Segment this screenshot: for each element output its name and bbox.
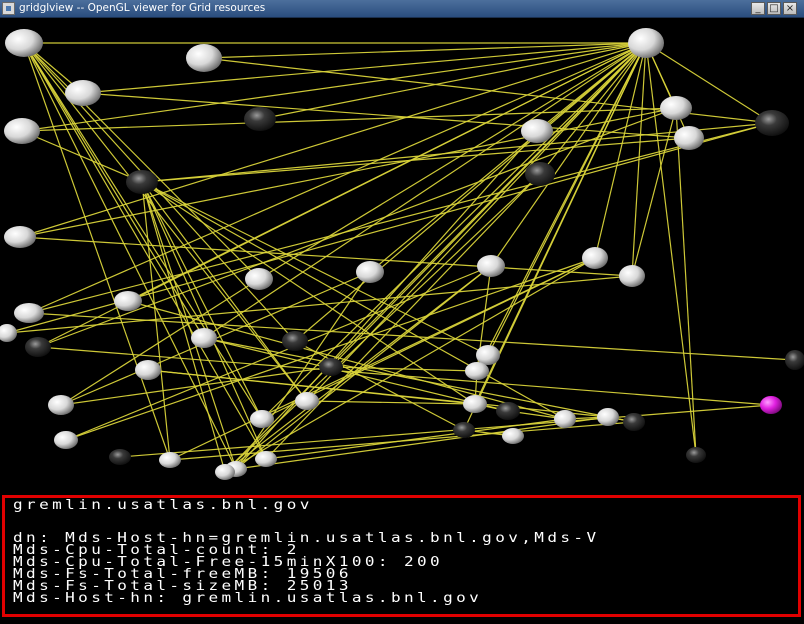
resource-node[interactable] xyxy=(496,402,520,420)
resource-node[interactable] xyxy=(597,408,619,426)
resource-node[interactable] xyxy=(159,452,181,468)
window-titlebar[interactable]: gridglview -- OpenGL viewer for Grid res… xyxy=(0,0,804,18)
graph-edge xyxy=(369,42,647,273)
graph-edge xyxy=(23,42,205,339)
resource-node[interactable] xyxy=(14,303,44,323)
window-menu-icon[interactable] xyxy=(2,2,15,15)
resource-node[interactable] xyxy=(250,410,274,428)
resource-node[interactable] xyxy=(54,431,78,449)
info-host-hn: Mds-Host-hn: gremlin.usatlas.bnl.gov xyxy=(13,589,483,606)
graph-edge xyxy=(235,130,538,470)
resource-node[interactable] xyxy=(255,451,277,467)
resource-node[interactable] xyxy=(126,170,158,194)
graph-edge xyxy=(19,236,633,277)
resource-node[interactable] xyxy=(521,119,553,143)
resource-node[interactable] xyxy=(244,107,276,131)
resource-node[interactable] xyxy=(628,28,664,58)
resource-node[interactable] xyxy=(619,265,645,287)
resource-node[interactable] xyxy=(477,255,505,277)
resource-node[interactable] xyxy=(0,324,17,342)
opengl-graph-viewport[interactable] xyxy=(0,18,804,494)
resource-node[interactable] xyxy=(319,358,343,376)
resource-node[interactable] xyxy=(5,29,43,57)
resource-node[interactable] xyxy=(453,422,475,438)
selected-resource-node[interactable] xyxy=(760,396,782,414)
resource-node[interactable] xyxy=(109,449,131,465)
resource-node[interactable] xyxy=(282,331,308,351)
graph-edge xyxy=(631,107,677,277)
graph-edge xyxy=(675,107,697,456)
resource-node[interactable] xyxy=(135,360,161,380)
resource-node[interactable] xyxy=(785,350,804,370)
resource-node[interactable] xyxy=(4,118,40,144)
graph-edge xyxy=(60,278,260,406)
resource-node[interactable] xyxy=(674,126,704,150)
graph-edge xyxy=(261,42,647,420)
resource-node[interactable] xyxy=(191,328,217,348)
graph-edge xyxy=(169,257,596,461)
gridglview-window: gridglview -- OpenGL viewer for Grid res… xyxy=(0,0,804,624)
graph-edge xyxy=(141,137,690,183)
resource-node[interactable] xyxy=(755,110,789,136)
graph-edge xyxy=(37,107,677,348)
graph-edge xyxy=(141,181,308,402)
graph-edge xyxy=(258,42,647,280)
resource-graph[interactable] xyxy=(0,18,804,494)
resource-node[interactable] xyxy=(554,410,576,428)
resource-node[interactable] xyxy=(525,162,555,186)
resource-node[interactable] xyxy=(686,447,706,463)
maximize-icon[interactable]: □ xyxy=(767,2,781,15)
resource-node[interactable] xyxy=(660,96,692,120)
info-hostname: gremlin.usatlas.bnl.gov xyxy=(13,496,313,513)
resource-node[interactable] xyxy=(48,395,74,415)
resource-node[interactable] xyxy=(245,268,273,290)
resource-node[interactable] xyxy=(4,226,36,248)
resource-node[interactable] xyxy=(215,464,235,480)
resource-node[interactable] xyxy=(463,395,487,413)
resource-node[interactable] xyxy=(465,362,489,380)
graph-edge xyxy=(141,181,263,420)
resource-node[interactable] xyxy=(502,428,524,444)
minimize-icon[interactable]: _ xyxy=(751,2,765,15)
resource-node[interactable] xyxy=(356,261,384,283)
resource-node[interactable] xyxy=(65,80,101,106)
window-title: gridglview -- OpenGL viewer for Grid res… xyxy=(19,2,266,14)
resource-node[interactable] xyxy=(295,392,319,410)
node-info-panel: gremlin.usatlas.bnl.gov dn: Mds-Host-hn=… xyxy=(2,495,801,617)
close-icon[interactable]: × xyxy=(783,2,797,15)
resource-node[interactable] xyxy=(114,291,142,311)
resource-node[interactable] xyxy=(582,247,608,269)
resource-node[interactable] xyxy=(186,44,222,72)
graph-edge xyxy=(82,92,690,139)
resource-node[interactable] xyxy=(25,337,51,357)
resource-node[interactable] xyxy=(476,345,500,365)
resource-node[interactable] xyxy=(623,413,645,431)
graph-edge xyxy=(23,42,260,280)
graph-edge xyxy=(23,42,171,461)
